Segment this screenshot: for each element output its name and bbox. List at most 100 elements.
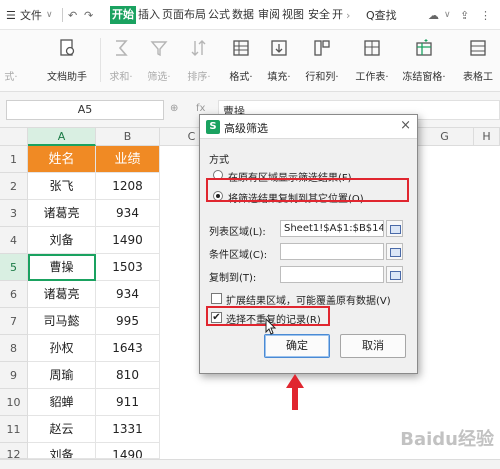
active-cell[interactable]: 曹操: [28, 254, 96, 281]
format-label: 格式·: [229, 72, 253, 83]
table-cell[interactable]: 张飞: [28, 173, 96, 200]
undo-icon[interactable]: ↶: [68, 7, 77, 24]
row-header[interactable]: 6: [0, 281, 28, 308]
table-cell[interactable]: 1490: [96, 443, 160, 459]
share-icon[interactable]: ⇪: [460, 7, 469, 24]
tab-home[interactable]: 开始: [110, 6, 136, 24]
worksheet-button[interactable]: 工作表·: [352, 36, 392, 86]
criteria-range-picker-icon[interactable]: [386, 243, 403, 260]
table-cell[interactable]: 刘备: [28, 443, 96, 459]
table-cell[interactable]: 貂蝉: [28, 389, 96, 416]
table-cell[interactable]: 911: [96, 389, 160, 416]
table-cell[interactable]: 诸葛亮: [28, 281, 96, 308]
table-cell[interactable]: 1490: [96, 227, 160, 254]
tab-formulas[interactable]: 公式: [206, 6, 232, 24]
table-tools-button[interactable]: 表格工: [456, 36, 500, 86]
freeze-panes-button[interactable]: 冻结窗格·: [398, 36, 450, 86]
cloud-chevron-icon[interactable]: ∨: [444, 7, 451, 24]
table-cell[interactable]: 刘备: [28, 227, 96, 254]
header-cell-name[interactable]: 姓名: [28, 146, 96, 173]
copy-to-picker-icon[interactable]: [386, 266, 403, 283]
hamburger-menu-icon[interactable]: ☰: [6, 7, 16, 24]
freeze-panes-label: 冻结窗格·: [402, 72, 446, 83]
redo-icon[interactable]: ↷: [84, 7, 93, 24]
annotation-arrow-icon: [286, 374, 304, 410]
file-menu[interactable]: 文件: [20, 7, 42, 24]
document-assistant-button[interactable]: 文档助手: [40, 36, 94, 86]
row-header[interactable]: 2: [0, 173, 28, 200]
rows-columns-label: 行和列·: [305, 72, 339, 83]
table-cell[interactable]: 995: [96, 308, 160, 335]
header-cell-performance[interactable]: 业绩: [96, 146, 160, 173]
table-cell[interactable]: 1331: [96, 416, 160, 443]
more-options-icon[interactable]: ⋮: [480, 7, 491, 24]
list-range-picker-icon[interactable]: [386, 220, 403, 237]
ok-button[interactable]: 确定: [264, 334, 330, 358]
table-cell[interactable]: 1208: [96, 173, 160, 200]
column-header-b[interactable]: B: [96, 128, 160, 146]
table-cell[interactable]: 赵云: [28, 416, 96, 443]
expand-result-checkbox[interactable]: [211, 293, 222, 304]
dialog-title-bar: S 高级筛选 ×: [200, 115, 417, 139]
fill-label: 填充·: [267, 72, 291, 83]
cancel-button[interactable]: 取消: [340, 334, 406, 358]
close-icon[interactable]: ×: [400, 118, 411, 133]
table-cell[interactable]: 诸葛亮: [28, 200, 96, 227]
row-header[interactable]: 10: [0, 389, 28, 416]
table-cell[interactable]: 1503: [96, 254, 160, 281]
tab-data[interactable]: 数据: [230, 6, 256, 24]
table-cell[interactable]: 周瑜: [28, 362, 96, 389]
search-button[interactable]: Q查找: [366, 7, 397, 24]
sum-button[interactable]: 求和·: [106, 36, 136, 86]
filter-button[interactable]: 筛选·: [142, 36, 176, 86]
row-header[interactable]: 9: [0, 362, 28, 389]
format-icon: [233, 40, 249, 56]
table-cell[interactable]: 1643: [96, 335, 160, 362]
copy-to-input[interactable]: [280, 266, 384, 283]
cloud-icon[interactable]: ☁: [428, 7, 439, 24]
sort-button[interactable]: 排序·: [182, 36, 216, 86]
row-header[interactable]: 5: [0, 254, 28, 281]
table-cell[interactable]: 934: [96, 281, 160, 308]
row-header[interactable]: 1: [0, 146, 28, 173]
criteria-range-input[interactable]: [280, 243, 384, 260]
select-all-corner[interactable]: [0, 128, 28, 146]
tab-more[interactable]: 开: [330, 6, 345, 24]
row-header[interactable]: 12: [0, 443, 28, 461]
table-cell[interactable]: 934: [96, 200, 160, 227]
tab-view[interactable]: 视图: [280, 6, 306, 24]
mouse-cursor-icon: [265, 318, 277, 335]
highlight-copy-option: [206, 178, 409, 202]
table-cell[interactable]: 孙权: [28, 335, 96, 362]
list-range-input[interactable]: Sheet1!$A$1:$B$14: [280, 220, 384, 237]
row-header[interactable]: 7: [0, 308, 28, 335]
format-painter-button[interactable]: 式·: [0, 36, 22, 86]
tab-insert[interactable]: 插入: [136, 6, 162, 24]
tab-page-layout[interactable]: 页面布局: [160, 6, 208, 24]
row-header[interactable]: 3: [0, 200, 28, 227]
expand-result-label[interactable]: 扩展结果区域，可能覆盖原有数据(V): [226, 292, 391, 307]
row-header[interactable]: 8: [0, 335, 28, 362]
filter-label: 筛选·: [147, 72, 171, 83]
row-header[interactable]: 11: [0, 416, 28, 443]
file-dropdown-chevron-icon[interactable]: ∨: [46, 7, 53, 24]
function-icon[interactable]: fx: [196, 103, 205, 114]
advanced-filter-dialog: S 高级筛选 × 方式 在原有区域显示筛选结果(F) 将筛选结果复制到其它位置(…: [199, 114, 418, 374]
tab-review[interactable]: 审阅: [256, 6, 282, 24]
column-header-a[interactable]: A: [28, 128, 96, 146]
fill-button[interactable]: 填充·: [262, 36, 296, 86]
tabs-overflow-chevron-icon[interactable]: ›: [346, 7, 350, 24]
document-assistant-label: 文档助手: [47, 72, 87, 83]
name-box[interactable]: A5: [6, 100, 164, 120]
rows-columns-button[interactable]: 行和列·: [302, 36, 342, 86]
row-header[interactable]: 4: [0, 227, 28, 254]
format-button[interactable]: 格式·: [224, 36, 258, 86]
table-cell[interactable]: 810: [96, 362, 160, 389]
column-header-g[interactable]: G: [416, 128, 474, 146]
table-cell[interactable]: 司马懿: [28, 308, 96, 335]
zoom-icon[interactable]: ⊕: [170, 103, 178, 114]
column-header-h[interactable]: H: [474, 128, 500, 146]
filter-icon: [150, 41, 168, 57]
sum-label: 求和·: [109, 72, 133, 83]
tab-security[interactable]: 安全: [306, 6, 332, 24]
